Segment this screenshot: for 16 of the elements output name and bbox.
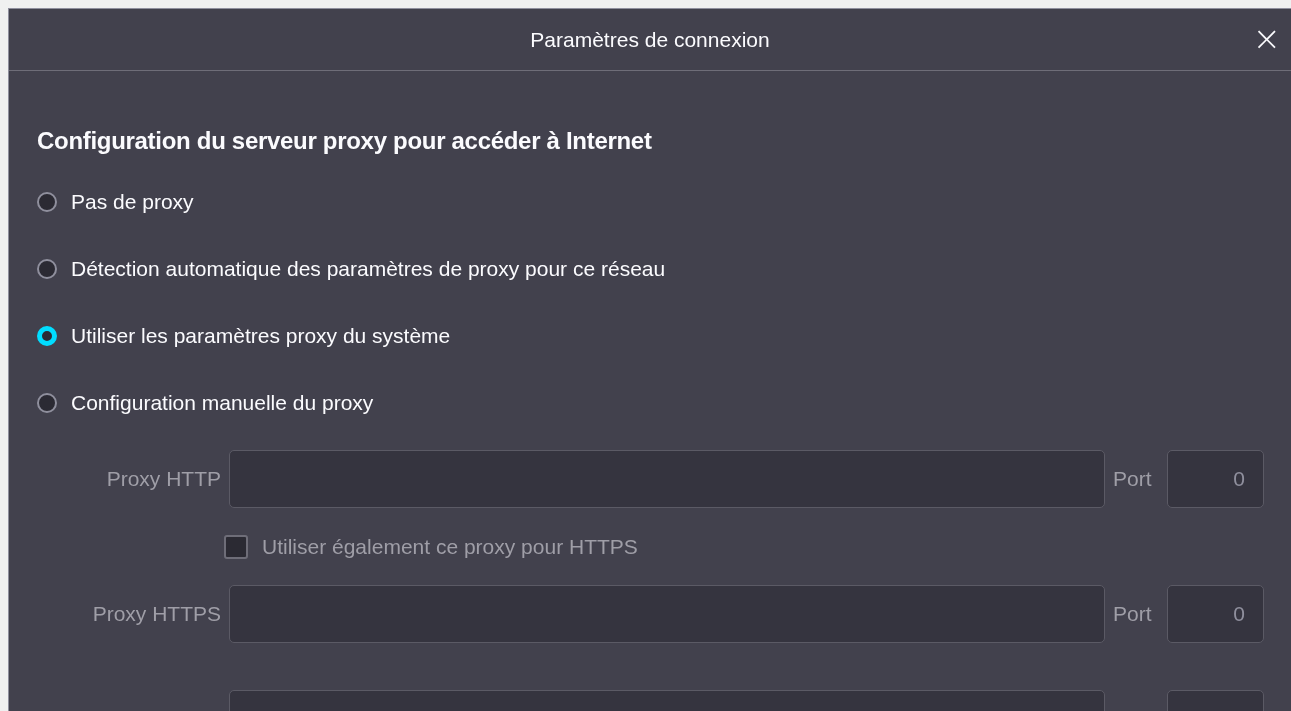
radio-button[interactable] <box>37 192 57 212</box>
radio-button[interactable] <box>37 259 57 279</box>
radio-label: Pas de proxy <box>71 190 194 214</box>
field-label: Proxy HTTPS <box>91 602 221 626</box>
field-label: Port <box>1113 467 1153 491</box>
radio-button[interactable] <box>37 393 57 413</box>
close-button[interactable]: × <box>1248 21 1285 55</box>
checkbox-label: Utiliser également ce proxy pour HTTPS <box>262 534 638 559</box>
field-label: Port <box>1113 602 1153 626</box>
window-title: Paramètres de connexion <box>530 27 770 52</box>
section-heading: Configuration du serveur proxy pour accéder à Internet <box>37 127 653 155</box>
radio-label: Configuration manuelle du proxy <box>71 391 374 415</box>
radio-button[interactable] <box>37 326 57 346</box>
radio-label: Détection automatique des paramètres de proxy pour ce réseau <box>71 257 666 281</box>
field-label: Proxy HTTP <box>105 467 221 491</box>
radio-label: Utiliser les paramètres proxy du système <box>71 324 451 348</box>
